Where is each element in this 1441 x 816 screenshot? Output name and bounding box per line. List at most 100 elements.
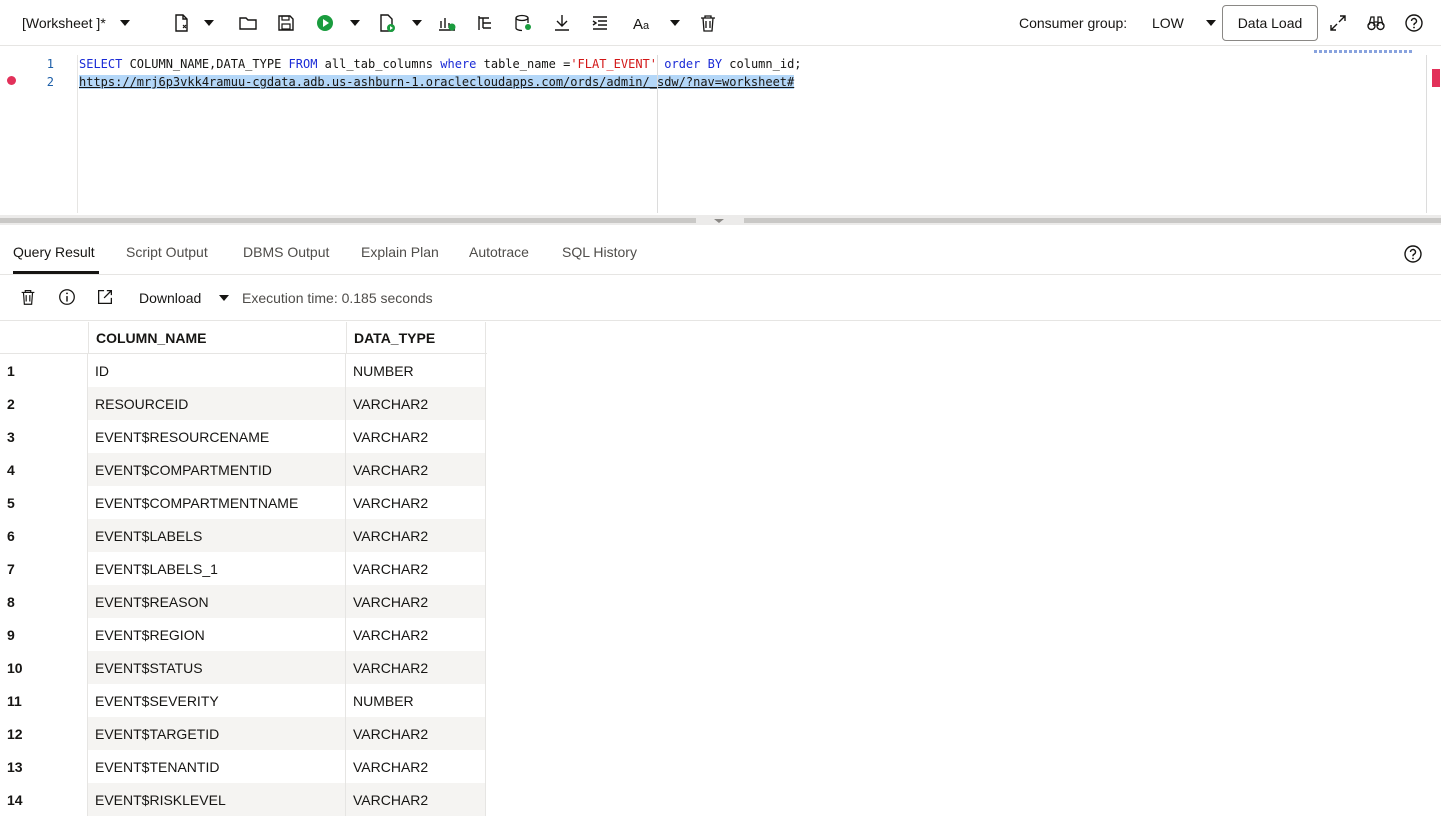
cell-column-name[interactable]: EVENT$REGION — [88, 618, 346, 651]
help-button[interactable] — [1402, 8, 1426, 38]
string-literal: 'FLAT_EVENT' — [570, 57, 658, 71]
breakpoint-marker[interactable] — [7, 76, 16, 85]
cell-column-name[interactable]: EVENT$COMPARTMENTNAME — [88, 486, 346, 519]
table-row[interactable]: 4 EVENT$COMPARTMENTID VARCHAR2 — [0, 453, 487, 486]
table-row[interactable]: 13 EVENT$TENANTID VARCHAR2 — [0, 750, 487, 783]
cell-data-type[interactable]: VARCHAR2 — [346, 486, 486, 519]
table-row[interactable]: 7 EVENT$LABELS_1 VARCHAR2 — [0, 552, 487, 585]
sql-tuning-button[interactable] — [511, 8, 535, 38]
explain-plan-button[interactable] — [435, 8, 459, 38]
tab-explain-plan[interactable]: Explain Plan — [361, 244, 439, 260]
autotrace-icon — [478, 16, 491, 30]
row-number: 10 — [0, 651, 88, 684]
database-tuning-icon — [515, 14, 531, 32]
cell-data-type[interactable]: VARCHAR2 — [346, 750, 486, 783]
table-row[interactable]: 11 EVENT$SEVERITY NUMBER — [0, 684, 487, 717]
worksheet-selector[interactable]: [Worksheet ]* — [22, 8, 130, 38]
tab-script-output[interactable]: Script Output — [126, 244, 208, 260]
cell-column-name[interactable]: EVENT$REASON — [88, 585, 346, 618]
autotrace-button[interactable] — [473, 8, 497, 38]
info-button[interactable] — [57, 287, 77, 307]
cell-data-type[interactable]: VARCHAR2 — [346, 618, 486, 651]
splitter-grip-icon[interactable] — [714, 219, 724, 223]
table-row[interactable]: 1 ID NUMBER — [0, 354, 487, 387]
column-header-data-type[interactable]: DATA_TYPE — [346, 322, 486, 354]
format-button[interactable] — [588, 8, 612, 38]
cell-data-type[interactable]: VARCHAR2 — [346, 585, 486, 618]
table-row[interactable]: 2 RESOURCEID VARCHAR2 — [0, 387, 487, 420]
data-load-button[interactable]: Data Load — [1222, 5, 1318, 41]
horizontal-scrollbar[interactable] — [0, 218, 696, 223]
table-row[interactable]: 12 EVENT$TARGETID VARCHAR2 — [0, 717, 487, 750]
external-link-icon — [98, 290, 112, 304]
horizontal-scrollbar-track — [744, 218, 1441, 223]
result-help-button[interactable] — [1402, 243, 1424, 270]
download-menu[interactable]: Download — [139, 290, 230, 306]
column-header-column-name[interactable]: COLUMN_NAME — [88, 322, 346, 354]
run-script-button[interactable] — [376, 8, 422, 38]
save-button[interactable] — [274, 8, 298, 38]
cell-column-name[interactable]: EVENT$STATUS — [88, 651, 346, 684]
cell-column-name[interactable]: EVENT$COMPARTMENTID — [88, 453, 346, 486]
open-button[interactable] — [236, 8, 260, 38]
table-row[interactable]: 14 EVENT$RISKLEVEL VARCHAR2 — [0, 783, 487, 816]
consumer-group-select[interactable]: LOW — [1152, 8, 1216, 38]
maximize-button[interactable] — [1326, 8, 1350, 38]
table-row[interactable]: 6 EVENT$LABELS VARCHAR2 — [0, 519, 487, 552]
tab-query-result[interactable]: Query Result — [13, 244, 95, 260]
cell-data-type[interactable]: VARCHAR2 — [346, 519, 486, 552]
sql-editor[interactable]: 1 2 SELECT COLUMN_NAME,DATA_TYPE FROM al… — [0, 50, 1441, 213]
download-label: Download — [139, 290, 202, 306]
open-in-new-button[interactable] — [95, 287, 115, 307]
keyword: BY — [707, 57, 723, 71]
clear-results-button[interactable] — [18, 287, 38, 307]
tab-dbms-output[interactable]: DBMS Output — [243, 244, 329, 260]
cell-data-type[interactable]: VARCHAR2 — [346, 453, 486, 486]
new-worksheet-button[interactable] — [170, 8, 214, 38]
editor-scrollbar[interactable] — [1426, 55, 1427, 213]
svg-text:a: a — [643, 20, 650, 32]
pane-splitter[interactable] — [0, 215, 1441, 225]
table-row[interactable]: 3 EVENT$RESOURCENAME VARCHAR2 — [0, 420, 487, 453]
cell-column-name[interactable]: EVENT$LABELS_1 — [88, 552, 346, 585]
indent-format-icon — [592, 16, 607, 30]
cell-data-type[interactable]: VARCHAR2 — [346, 552, 486, 585]
case-button[interactable]: Aa — [632, 8, 680, 38]
find-button[interactable] — [1364, 8, 1388, 38]
table-row[interactable]: 8 EVENT$REASON VARCHAR2 — [0, 585, 487, 618]
run-statement-button[interactable] — [314, 8, 360, 38]
keyword: where — [440, 57, 477, 71]
cell-data-type[interactable]: NUMBER — [346, 684, 486, 717]
info-icon — [59, 289, 75, 305]
cell-column-name[interactable]: RESOURCEID — [88, 387, 346, 420]
tab-autotrace[interactable]: Autotrace — [469, 244, 529, 260]
table-row[interactable]: 9 EVENT$REGION VARCHAR2 — [0, 618, 487, 651]
tab-sql-history[interactable]: SQL History — [562, 244, 637, 260]
table-row[interactable]: 5 EVENT$COMPARTMENTNAME VARCHAR2 — [0, 486, 487, 519]
cell-column-name[interactable]: EVENT$TARGETID — [88, 717, 346, 750]
trash-icon — [21, 290, 35, 305]
keyword: order — [664, 57, 701, 71]
cell-data-type[interactable]: NUMBER — [346, 354, 486, 387]
cell-column-name[interactable]: EVENT$LABELS — [88, 519, 346, 552]
clear-button[interactable] — [696, 8, 720, 38]
cell-data-type[interactable]: VARCHAR2 — [346, 387, 486, 420]
cell-column-name[interactable]: EVENT$TENANTID — [88, 750, 346, 783]
code-line-1[interactable]: SELECT COLUMN_NAME,DATA_TYPE FROM all_ta… — [79, 55, 802, 73]
cell-data-type[interactable]: VARCHAR2 — [346, 651, 486, 684]
chevron-down-icon — [204, 20, 214, 26]
print-margin — [657, 55, 658, 213]
download-button[interactable] — [550, 8, 574, 38]
cell-column-name[interactable]: EVENT$SEVERITY — [88, 684, 346, 717]
worksheet-toolbar: [Worksheet ]* Aa Consumer group: LOW Dat… — [0, 0, 1441, 46]
cell-data-type[interactable]: VARCHAR2 — [346, 783, 486, 816]
keyword: SELECT — [79, 57, 123, 71]
chevron-down-icon — [350, 20, 360, 26]
cell-column-name[interactable]: EVENT$RISKLEVEL — [88, 783, 346, 816]
cell-data-type[interactable]: VARCHAR2 — [346, 717, 486, 750]
cell-column-name[interactable]: EVENT$RESOURCENAME — [88, 420, 346, 453]
table-row[interactable]: 10 EVENT$STATUS VARCHAR2 — [0, 651, 487, 684]
code-line-2[interactable]: https://mrj6p3vkk4ramuu-cgdata.adb.us-as… — [79, 73, 795, 91]
cell-column-name[interactable]: ID — [88, 354, 346, 387]
cell-data-type[interactable]: VARCHAR2 — [346, 420, 486, 453]
